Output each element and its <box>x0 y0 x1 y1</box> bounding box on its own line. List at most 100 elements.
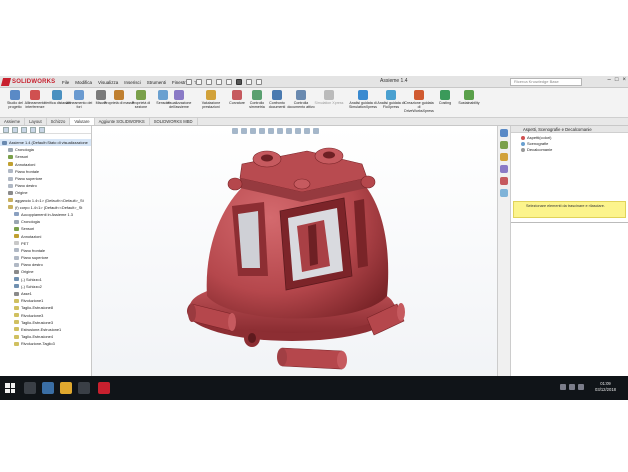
feature-icon <box>8 176 13 181</box>
close-icon[interactable]: × <box>622 77 626 83</box>
tree-row[interactable]: Rivoluzione3 <box>0 312 91 319</box>
graphics-area[interactable] <box>92 126 497 388</box>
ribbon-button[interactable]: Sustainability <box>454 90 484 105</box>
minimize-icon[interactable]: – <box>608 77 611 83</box>
decal-icon <box>521 148 525 152</box>
feature-tree-icon[interactable] <box>3 127 9 133</box>
ribbon-tool-icon <box>136 90 146 100</box>
search-input[interactable]: Ricerca Knowledge Base <box>510 78 582 86</box>
tree-row[interactable]: Piano frontale <box>0 168 91 175</box>
file-explorer-icon[interactable] <box>500 153 508 161</box>
menu-visualizza[interactable]: Visualizza <box>98 80 118 85</box>
dimxpert-icon[interactable] <box>30 127 36 133</box>
display-manager-icon[interactable] <box>39 127 45 133</box>
configuration-icon[interactable] <box>21 127 27 133</box>
save-icon[interactable] <box>206 79 212 85</box>
ribbon-button-label: Controlla documento attivo <box>287 101 315 109</box>
tab-valutare[interactable]: Valutare <box>70 118 95 125</box>
tree-row[interactable]: Cronologia <box>0 146 91 153</box>
tree-row[interactable]: Sensori <box>0 225 91 232</box>
tree-row[interactable]: Piano superiore <box>0 175 91 182</box>
panel-divider[interactable] <box>511 222 628 225</box>
3d-model[interactable] <box>92 126 497 388</box>
network-icon[interactable] <box>560 384 566 390</box>
tree-row[interactable]: Sensori <box>0 153 91 160</box>
select-icon[interactable] <box>236 79 242 85</box>
notifications-icon[interactable] <box>578 384 584 390</box>
appearances-icon[interactable] <box>500 177 508 185</box>
solidworks-taskbar-icon[interactable] <box>98 382 110 394</box>
app-logo[interactable]: SOLIDWORKS <box>0 77 55 87</box>
ribbon-button[interactable]: Analisi guidata di FloXpress <box>376 90 406 109</box>
maximize-icon[interactable]: □ <box>615 77 619 83</box>
feature-icon <box>2 140 7 145</box>
tree-row[interactable]: Piano superiore <box>0 254 91 261</box>
tree-row[interactable]: Taglio-Estrusione8 <box>0 304 91 311</box>
feature-icon <box>14 313 19 318</box>
tree-row[interactable]: Piano frontale <box>0 247 91 254</box>
document-title: Assieme 1.4 <box>380 78 408 84</box>
tree-row[interactable]: Asse1 <box>0 290 91 297</box>
tree-row[interactable]: Annotazioni <box>0 161 91 168</box>
design-library-icon[interactable] <box>500 141 508 149</box>
tree-row-label: Origine <box>21 269 34 275</box>
rebuild-icon[interactable] <box>246 79 252 85</box>
start-icon[interactable] <box>5 383 15 393</box>
tree-row[interactable]: (-) Schizzo1 <box>0 276 91 283</box>
tree-row[interactable]: Cronologia <box>0 218 91 225</box>
edge-icon[interactable] <box>42 382 54 394</box>
tree-row[interactable]: (f) corpo 1.4<1> (Default<<Default>_St <box>0 204 91 211</box>
tree-row-label: Piano destro <box>15 183 37 189</box>
custom-properties-icon[interactable] <box>500 189 508 197</box>
ribbon-button[interactable]: Simulation Xpress <box>314 90 344 105</box>
open-icon[interactable] <box>196 79 202 85</box>
tree-item-decals[interactable]: Decalcomanie <box>511 147 628 153</box>
file-explorer-icon[interactable] <box>60 382 72 394</box>
tree-row-label: Estrusione-Estrusione1 <box>21 326 62 332</box>
tree-row[interactable]: Accoppiamenti in Assieme 1.3 <box>0 211 91 218</box>
tab-schizzo[interactable]: Schizzo <box>47 118 71 125</box>
tree-row[interactable]: Estrusione-Estrusione1 <box>0 326 91 333</box>
tree-row[interactable]: Piano destro <box>0 182 91 189</box>
tree-row[interactable]: Piano destro <box>0 261 91 268</box>
tree-row-label: Rivoluzione3 <box>21 312 44 318</box>
menu-file[interactable]: File <box>62 80 69 85</box>
tree-row[interactable]: (-) Schizzo2 <box>0 283 91 290</box>
tree-row[interactable]: Origine <box>0 189 91 196</box>
undo-icon[interactable] <box>226 79 232 85</box>
volume-icon[interactable] <box>569 384 575 390</box>
tab-aggiunte[interactable]: Aggiunte SOLIDWORKS <box>95 118 150 125</box>
tab-mbd[interactable]: SOLIDWORKS MBD <box>150 118 198 125</box>
taskbar-clock[interactable]: 01:09 03/12/2018 <box>595 381 616 393</box>
new-icon[interactable] <box>186 79 192 85</box>
app-icon[interactable] <box>78 382 90 394</box>
task-view-icon[interactable] <box>24 382 36 394</box>
feature-icon <box>14 341 19 346</box>
feature-icon <box>8 198 13 203</box>
property-manager-icon[interactable] <box>12 127 18 133</box>
tab-assieme[interactable]: Assieme <box>0 118 26 125</box>
print-icon[interactable] <box>216 79 222 85</box>
title-bar: SOLIDWORKS File Modifica Visualizza Inse… <box>0 76 628 88</box>
ribbon-button[interactable]: Controlla documento attivo <box>286 90 316 109</box>
menu-inserisci[interactable]: Inserisci <box>124 80 141 85</box>
menu-modifica[interactable]: Modifica <box>75 80 92 85</box>
tab-layout[interactable]: Layout <box>25 118 47 125</box>
menu-strumenti[interactable]: Strumenti <box>147 80 166 85</box>
view-palette-icon[interactable] <box>500 165 508 173</box>
tree-row[interactable]: Assieme 1.4 (Default<Stato di visualizza… <box>0 139 91 147</box>
tree-row[interactable]: Rivoluzione1 <box>0 297 91 304</box>
tree-row[interactable]: aggancio 1.4<1> (Default<<Default>_St <box>0 197 91 204</box>
drag-hint: Selezionare elementi da trascinare e ril… <box>513 201 626 218</box>
resources-icon[interactable] <box>500 129 508 137</box>
tree-row[interactable]: PET <box>0 240 91 247</box>
tree-row[interactable]: Taglio-Estrusione4 <box>0 333 91 340</box>
ribbon-tool-icon <box>272 90 282 100</box>
tree-row[interactable]: Rivoluzione-Taglio3 <box>0 340 91 347</box>
ribbon-button[interactable]: Analisi guidata di SimulationXpress <box>348 90 378 109</box>
options-icon[interactable] <box>256 79 262 85</box>
tree-row[interactable]: Annotazioni <box>0 232 91 239</box>
tree-row[interactable]: Taglio-Estrusione3 <box>0 319 91 326</box>
tree-row[interactable]: Origine <box>0 268 91 275</box>
ribbon-button[interactable]: Visualizzazione dell'assieme <box>164 90 194 109</box>
